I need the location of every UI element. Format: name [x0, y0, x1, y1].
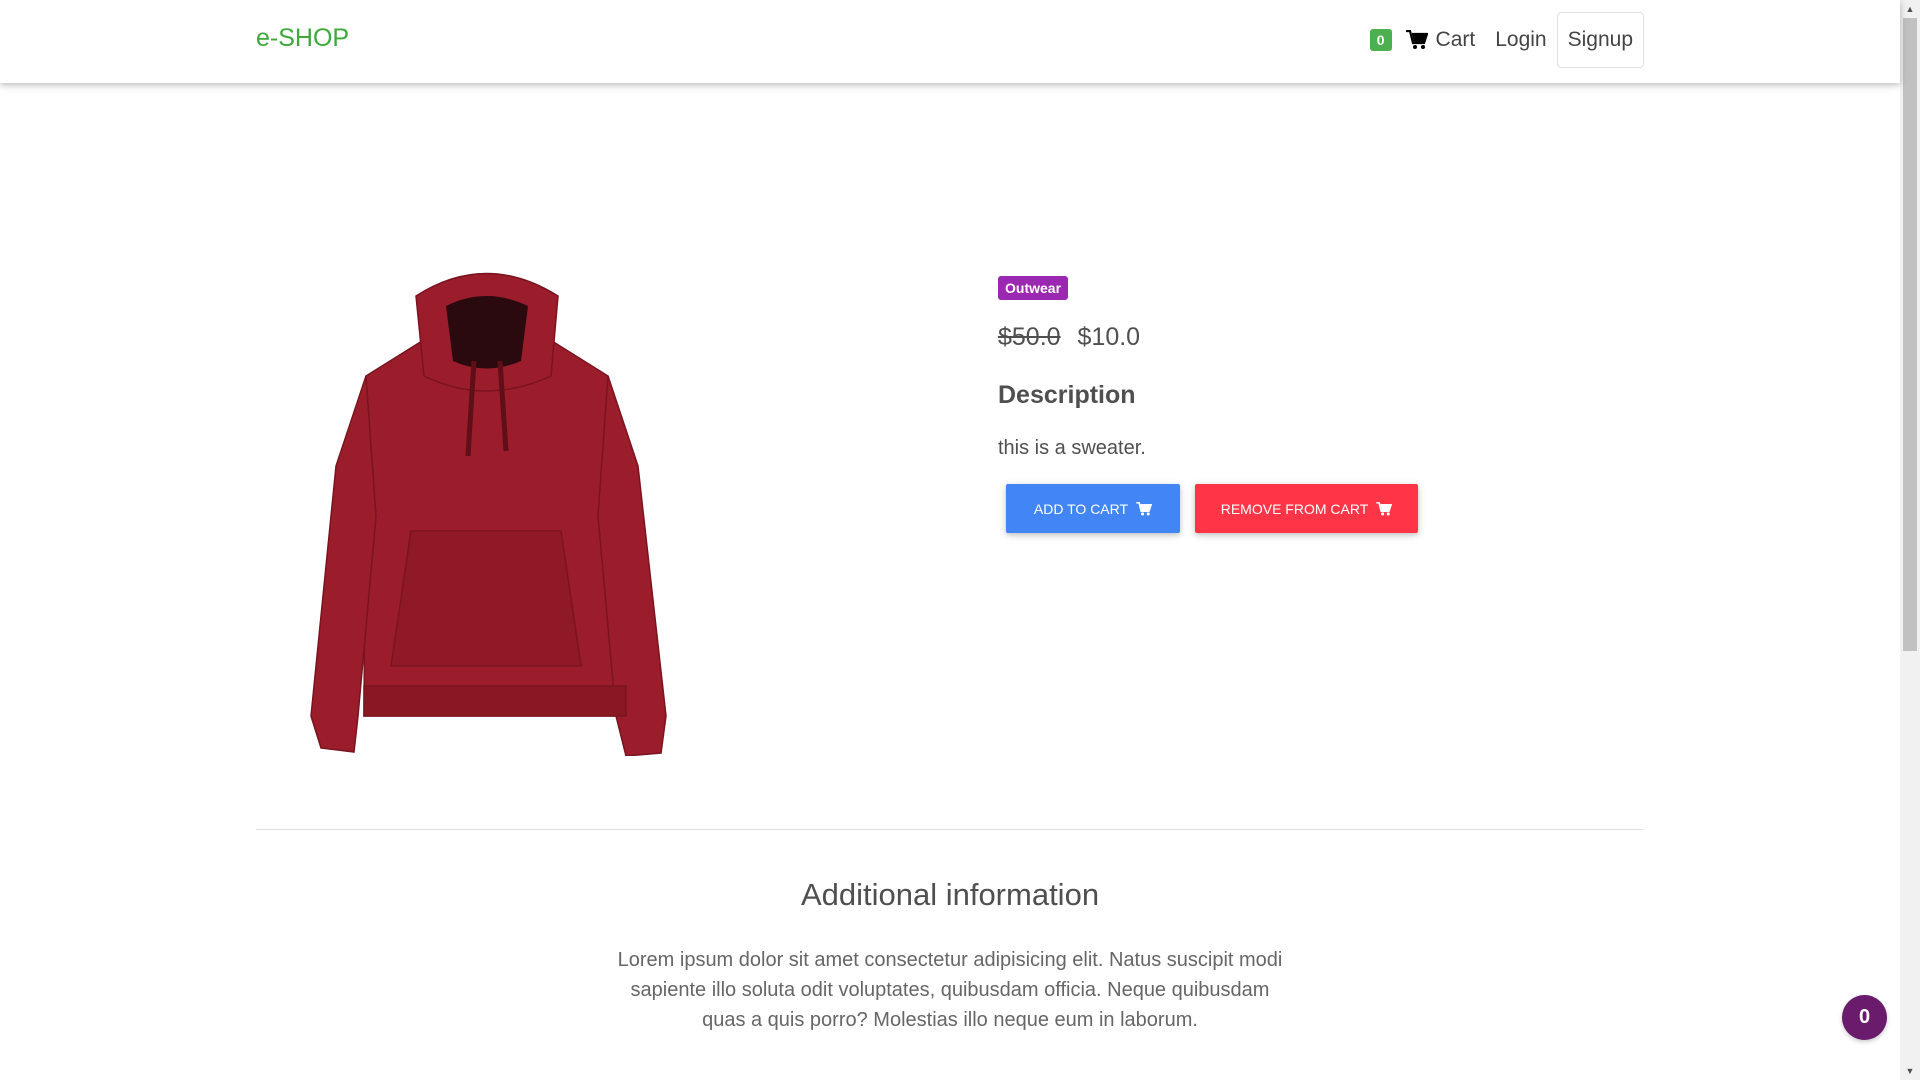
- brand-logo[interactable]: e-SHOP: [256, 24, 349, 53]
- cart-label: Cart: [1435, 28, 1476, 51]
- nav-right: 0 Cart Login Signup: [1369, 12, 1644, 68]
- floating-count-button[interactable]: 0: [1842, 995, 1887, 1040]
- cart-icon: [1136, 501, 1153, 515]
- cart-count-badge: 0: [1369, 29, 1392, 51]
- current-price: $10.0: [1077, 323, 1141, 351]
- scrollbar-thumb[interactable]: [1903, 18, 1917, 651]
- login-link[interactable]: Login: [1495, 28, 1546, 52]
- product-image: [310, 272, 667, 756]
- additional-info-text: Lorem ipsum dolor sit amet consectetur a…: [617, 949, 1283, 1031]
- add-to-cart-button[interactable]: ADD TO CART: [1006, 484, 1180, 533]
- navbar: e-SHOP 0 Cart Login Signup: [0, 0, 1900, 83]
- additional-info-title: Additional information: [800, 877, 1100, 912]
- add-to-cart-label: ADD TO CART: [1033, 500, 1129, 517]
- cart-icon: [1405, 30, 1428, 49]
- divider: [256, 829, 1643, 830]
- remove-from-cart-label: REMOVE FROM CART: [1220, 500, 1369, 517]
- vertical-scrollbar[interactable]: ▲ ▼: [1900, 0, 1920, 1080]
- scroll-down-arrow-icon[interactable]: ▼: [1900, 1062, 1920, 1080]
- signup-button[interactable]: Signup: [1556, 12, 1644, 68]
- description-text: this is a sweater.: [998, 437, 1146, 459]
- price: $50.0 $10.0: [998, 323, 1140, 352]
- description-title: Description: [998, 381, 1136, 409]
- cart-icon: [1376, 501, 1393, 515]
- scroll-up-arrow-icon[interactable]: ▲: [1900, 0, 1920, 18]
- remove-from-cart-button[interactable]: REMOVE FROM CART: [1195, 484, 1418, 533]
- old-price: $50.0: [998, 323, 1061, 351]
- category-badge: Outwear: [998, 276, 1069, 300]
- cart-link[interactable]: Cart: [1405, 28, 1476, 52]
